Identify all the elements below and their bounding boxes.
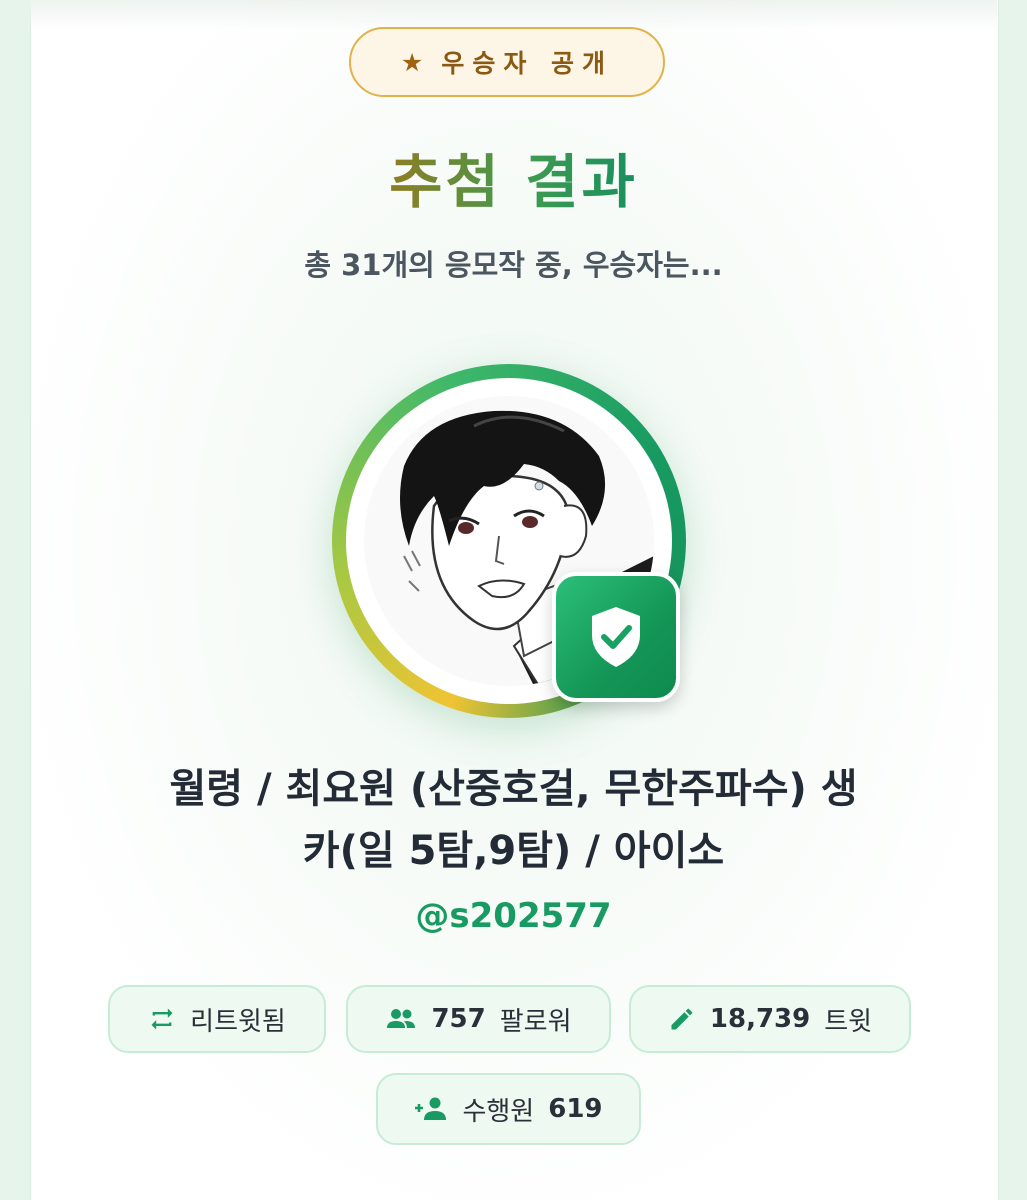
star-icon: ★ [400,47,424,77]
following-stat: 수행원 619 [376,1073,641,1145]
person-add-icon [415,1097,447,1120]
retweet-icon [151,1008,173,1030]
winner-reveal-badge: ★ 우승자 공개 [349,27,665,97]
verified-shield-icon [552,572,680,702]
page-title: 추첨 결과 [389,148,638,216]
entries-subtitle: 총 31개의 응모작 중, 우승자는... [304,248,723,282]
badge-label: 우승자 공개 [441,49,614,78]
followers-stat: 757 팔로워 [346,985,611,1053]
top-shadow [30,0,997,30]
retweet-stat: 리트윗됨 [108,985,326,1053]
tweets-stat: 18,739 트윗 [629,985,911,1053]
pencil-icon [671,1008,693,1030]
winner-handle[interactable]: @s202577 [0,896,1027,936]
winner-title: 월령 / 최요원 (산중호걸, 무한주파수) 생 카(일 5탐,9탐) / 아이… [169,766,858,874]
people-icon [387,1009,416,1028]
